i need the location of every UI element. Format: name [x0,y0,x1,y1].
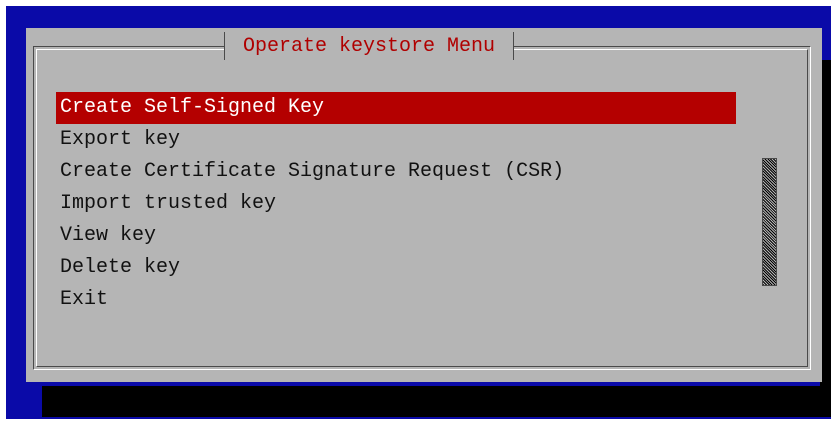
menu-item-import-trusted-key[interactable]: Import trusted key [56,188,736,220]
dialog-title-container: Operate keystore Menu [224,32,515,60]
dialog-shadow [42,386,831,417]
menu-item-view-key[interactable]: View key [56,220,736,252]
menu-item-create-self-signed-key[interactable]: Create Self-Signed Key [56,92,736,124]
menu-item-delete-key[interactable]: Delete key [56,252,736,284]
menu-scrollbar[interactable] [762,158,777,286]
dialog-title: Operate keystore Menu [243,34,496,58]
menu-item-export-key[interactable]: Export key [56,124,736,156]
menu-list: Create Self-Signed Key Export key Create… [56,92,736,316]
keystore-menu-dialog: Operate keystore Menu Create Self-Signed… [26,28,822,382]
menu-item-create-csr[interactable]: Create Certificate Signature Request (CS… [56,156,736,188]
menu-item-exit[interactable]: Exit [56,284,736,316]
